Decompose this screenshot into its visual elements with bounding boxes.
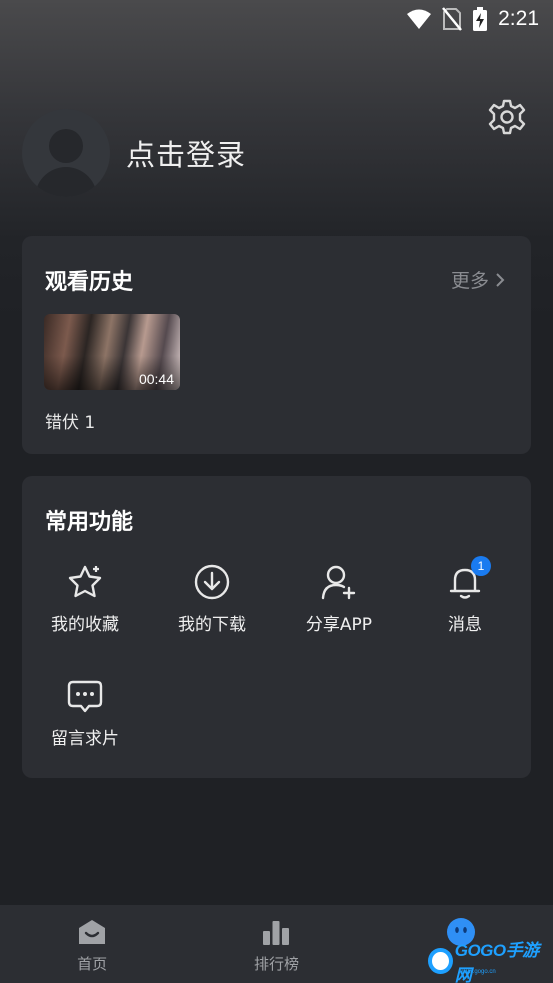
history-card: 观看历史 更多 00:44 错伏 1 [22,236,531,454]
video-duration: 00:44 [138,371,174,387]
tab-ranking[interactable]: 排行榜 [184,905,368,983]
no-sim-icon [442,7,463,31]
history-more-button[interactable]: 更多 [451,266,505,293]
tab-ranking-label: 排行榜 [253,955,299,973]
chat-icon [67,680,103,713]
avatar[interactable] [22,109,110,197]
tab-home-label: 首页 [77,955,108,973]
request-movie-button[interactable]: 留言求片 [35,676,135,749]
chevron-right-icon [496,272,505,287]
watermark-text: GOGO手游网 [454,941,539,983]
gear-icon [488,99,526,135]
wifi-icon [406,8,432,30]
share-app-label: 分享APP [305,615,373,635]
request-movie-label: 留言求片 [51,729,119,749]
battery-charging-icon [472,6,488,32]
favorites-button[interactable]: 我的收藏 [35,562,135,635]
downloads-label: 我的下载 [178,615,246,635]
tab-home[interactable]: 首页 [0,905,184,983]
history-title: 观看历史 [45,270,134,295]
messages-button[interactable]: 1 消息 [415,556,515,635]
login-text[interactable]: 点击登录 [126,132,246,174]
message-count-badge: 1 [471,556,491,576]
downloads-button[interactable]: 我的下载 [162,562,262,635]
share-app-button[interactable]: 分享APP [289,562,389,635]
more-label: 更多 [450,270,489,292]
star-icon [68,565,102,598]
bar-chart-icon [263,921,290,945]
video-thumbnail[interactable]: 00:44 [44,314,180,390]
video-title[interactable]: 错伏 1 [45,408,95,433]
functions-card: 常用功能 我的收藏 我的下载 分享APP 1 消息 留言求片 [22,476,531,778]
add-user-icon [321,565,356,600]
watermark-sub: www.gogo.cn [460,969,496,975]
favorites-label: 我的收藏 [51,615,119,635]
status-bar: 2:21 [0,0,553,38]
login-area[interactable]: 点击登录 [22,109,246,197]
messages-label: 消息 [448,615,482,635]
home-icon [79,920,106,944]
settings-button[interactable] [488,98,526,136]
gogo-watermark-logo: GOGO手游网 www.gogo.cn [428,941,548,983]
functions-title: 常用功能 [45,510,134,535]
download-icon [194,564,230,600]
clock: 2:21 [498,7,539,30]
